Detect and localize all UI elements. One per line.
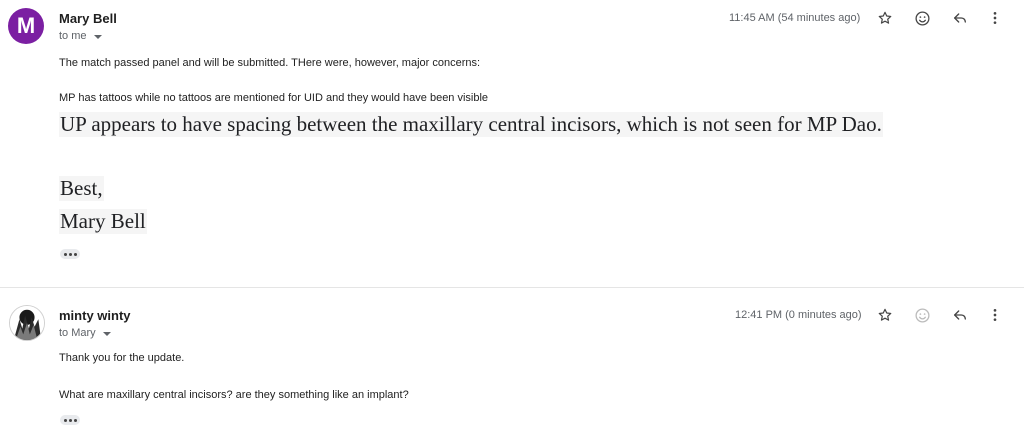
signoff: Best, xyxy=(59,176,104,201)
email-message-1: M Mary Bell to me 11:45 AM (54 minutes a… xyxy=(0,0,1024,287)
body-line-2: MP has tattoos while no tattoos are ment… xyxy=(59,92,489,104)
chevron-down-icon[interactable] xyxy=(93,34,102,39)
signature: Mary Bell xyxy=(59,209,147,234)
show-trimmed-content-button[interactable] xyxy=(60,249,80,259)
recipient-line[interactable]: to me xyxy=(59,30,102,42)
body-line-2: What are maxillary central incisors? are… xyxy=(59,389,409,401)
emoji-icon[interactable] xyxy=(912,8,932,28)
more-vert-icon[interactable] xyxy=(985,8,1005,28)
body-line-1: Thank you for the update. xyxy=(59,352,185,364)
emoji-icon[interactable] xyxy=(912,305,932,325)
message-timestamp: 12:41 PM (0 minutes ago) xyxy=(735,309,862,321)
reply-icon[interactable] xyxy=(950,305,970,325)
reply-icon[interactable] xyxy=(950,8,970,28)
recipient-line[interactable]: to Mary xyxy=(59,327,111,339)
more-vert-icon[interactable] xyxy=(985,305,1005,325)
star-icon[interactable] xyxy=(875,305,895,325)
recipient-label: to me xyxy=(59,30,87,42)
star-icon[interactable] xyxy=(875,8,895,28)
recipient-label: to Mary xyxy=(59,327,96,339)
sender-avatar[interactable]: M xyxy=(8,8,44,44)
show-trimmed-content-button[interactable] xyxy=(60,415,80,425)
message-timestamp: 11:45 AM (54 minutes ago) xyxy=(729,12,861,24)
body-line-3: UP appears to have spacing between the m… xyxy=(59,112,883,137)
sender-avatar[interactable] xyxy=(9,305,45,341)
body-line-1: The match passed panel and will be submi… xyxy=(59,57,481,69)
sender-name[interactable]: Mary Bell xyxy=(59,11,117,26)
sender-name[interactable]: minty winty xyxy=(59,308,131,323)
chevron-down-icon[interactable] xyxy=(102,331,111,336)
email-message-2: minty winty to Mary 12:41 PM (0 minutes … xyxy=(0,287,1024,441)
